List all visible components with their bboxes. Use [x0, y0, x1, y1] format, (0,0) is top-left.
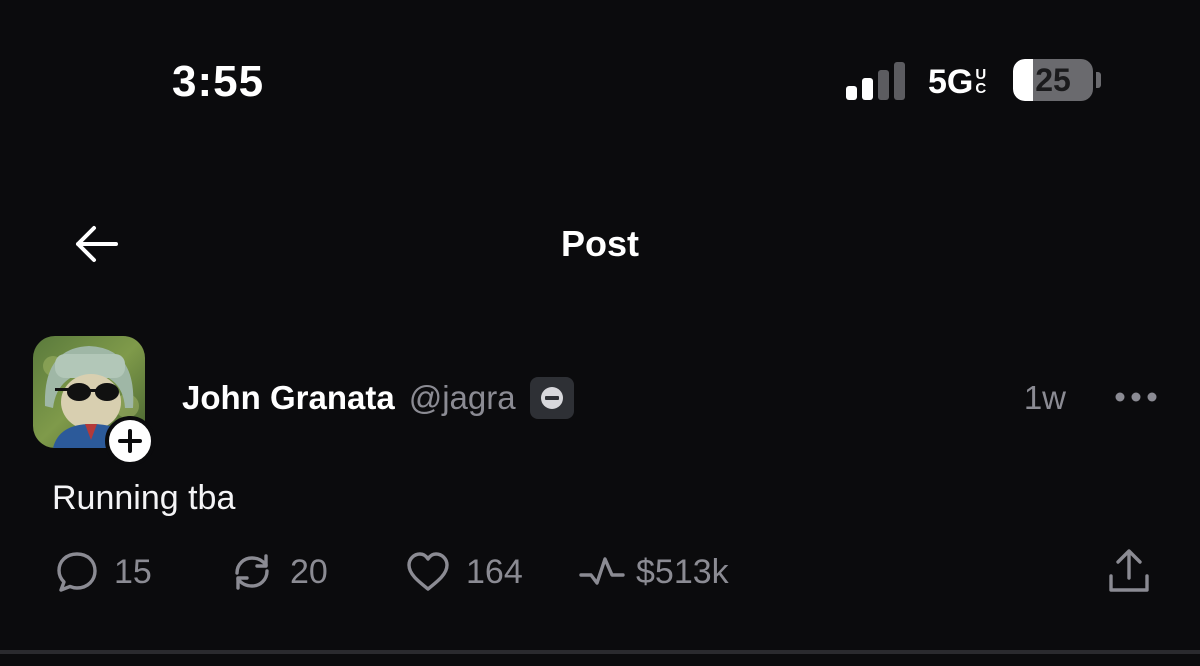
- network-type: 5G: [928, 63, 974, 101]
- battery-level: 25: [1035, 62, 1071, 98]
- reply-icon: [57, 552, 97, 592]
- share-icon: [1109, 549, 1149, 592]
- network-indicator: 5G U C: [928, 62, 986, 102]
- share-button[interactable]: [1104, 546, 1154, 596]
- like-button[interactable]: 164: [404, 548, 523, 596]
- reply-count: 15: [114, 553, 152, 591]
- author-name[interactable]: John Granata: [182, 376, 395, 420]
- heart-icon: [407, 552, 449, 591]
- author-handle[interactable]: @jagra: [409, 376, 516, 420]
- follow-button[interactable]: [105, 416, 155, 466]
- plus-icon: [118, 429, 142, 453]
- signal-bar: [878, 70, 889, 100]
- divider: [0, 650, 1200, 654]
- battery-icon: 25: [1013, 59, 1093, 101]
- repost-count: 20: [290, 553, 328, 591]
- signal-bar: [894, 62, 905, 100]
- repost-icon: [235, 554, 269, 590]
- signal-bar: [862, 78, 873, 100]
- status-time: 3:55: [172, 57, 265, 106]
- reply-button[interactable]: 15: [54, 548, 152, 596]
- minus-circle-icon: [529, 377, 574, 419]
- post-text: Running tba: [52, 479, 236, 517]
- post-timestamp: 1w: [1023, 379, 1066, 416]
- more-horizontal-icon: [1115, 392, 1157, 402]
- volume-button[interactable]: $513k: [578, 548, 729, 596]
- battery-nub: [1096, 72, 1101, 88]
- author-row: John Granata @jagra: [182, 376, 574, 420]
- badge-glyph: [540, 387, 563, 409]
- signal-bar: [846, 86, 857, 100]
- like-count: 164: [466, 553, 523, 591]
- activity-icon: [579, 557, 625, 585]
- signal-strength-icon: [846, 62, 908, 100]
- volume-value: $513k: [636, 553, 729, 591]
- page-title: Post: [560, 223, 639, 264]
- repost-button[interactable]: 20: [228, 548, 328, 596]
- network-suffix: U C: [975, 67, 987, 97]
- network-suffix-bottom: C: [975, 80, 987, 97]
- more-options-button[interactable]: [1112, 384, 1160, 410]
